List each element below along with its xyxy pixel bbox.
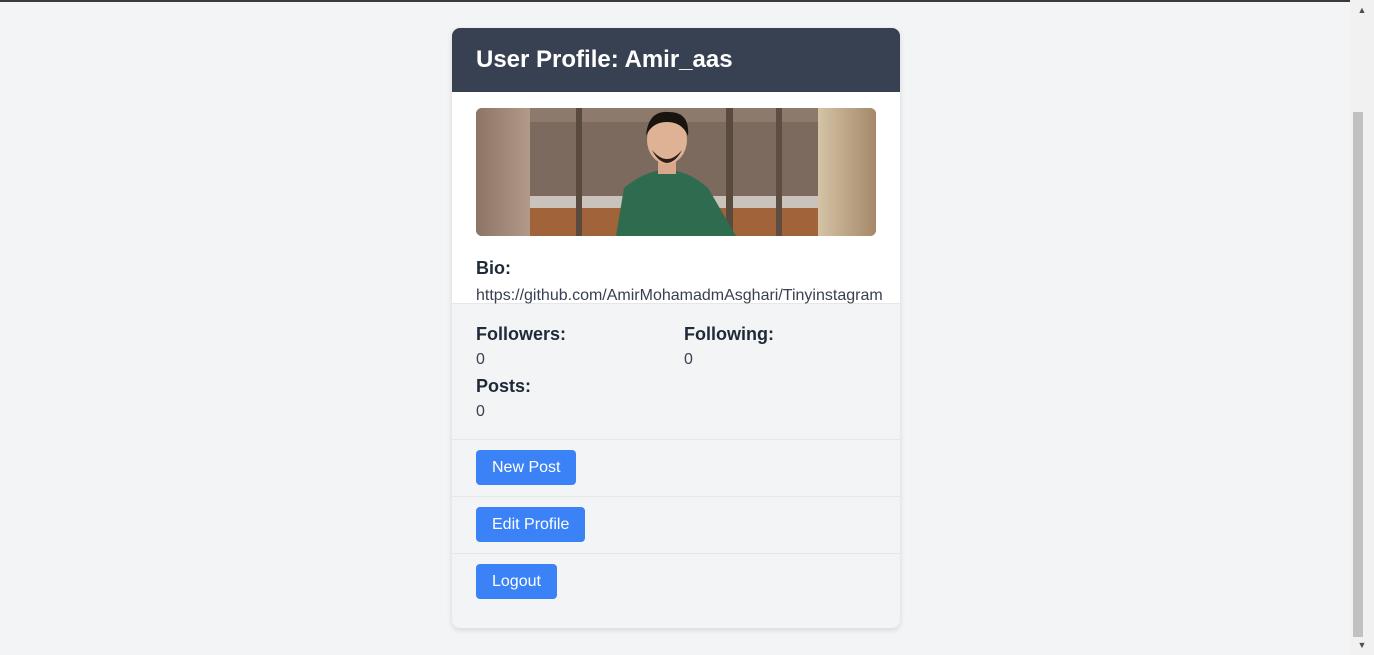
posts-count: 0 — [476, 403, 485, 420]
new-post-button[interactable]: New Post — [476, 450, 577, 485]
edit-profile-button[interactable]: Edit Profile — [476, 507, 586, 542]
profile-card: User Profile: Amir_aas Bio: https://gith… — [452, 28, 900, 628]
stats-section: Followers: 0 Following: 0 Posts: 0 — [452, 304, 900, 440]
profile-photo-illustration — [476, 108, 876, 236]
bio-text: https://github.com/AmirMohamadmAsghari/T… — [476, 287, 883, 304]
scroll-down-icon[interactable]: ▼ — [1350, 635, 1374, 655]
profile-header: User Profile: Amir_aas — [452, 28, 900, 92]
window-top-border — [0, 0, 1350, 2]
followers-label: Followers: — [476, 324, 567, 344]
profile-picture — [476, 108, 876, 236]
new-post-row: New Post — [452, 440, 900, 497]
logout-button[interactable]: Logout — [476, 564, 557, 599]
following-count: 0 — [684, 351, 693, 368]
scroll-thumb[interactable] — [1353, 112, 1363, 637]
profile-title: User Profile: Amir_aas — [476, 46, 733, 73]
followers-stat: Followers: 0 — [476, 324, 566, 369]
posts-stat: Posts: 0 — [476, 376, 531, 421]
scroll-up-icon[interactable]: ▲ — [1350, 0, 1374, 20]
edit-profile-row: Edit Profile — [452, 497, 900, 554]
bio-label: Bio: — [476, 258, 511, 278]
following-stat: Following: 0 — [684, 324, 774, 369]
followers-count: 0 — [476, 351, 485, 368]
following-label: Following: — [684, 324, 774, 344]
posts-label: Posts: — [476, 376, 532, 396]
logout-row: Logout — [452, 554, 900, 611]
vertical-scrollbar[interactable]: ▲ ▼ — [1350, 0, 1374, 655]
profile-info-section: Bio: https://github.com/AmirMohamadmAsgh… — [452, 92, 900, 304]
